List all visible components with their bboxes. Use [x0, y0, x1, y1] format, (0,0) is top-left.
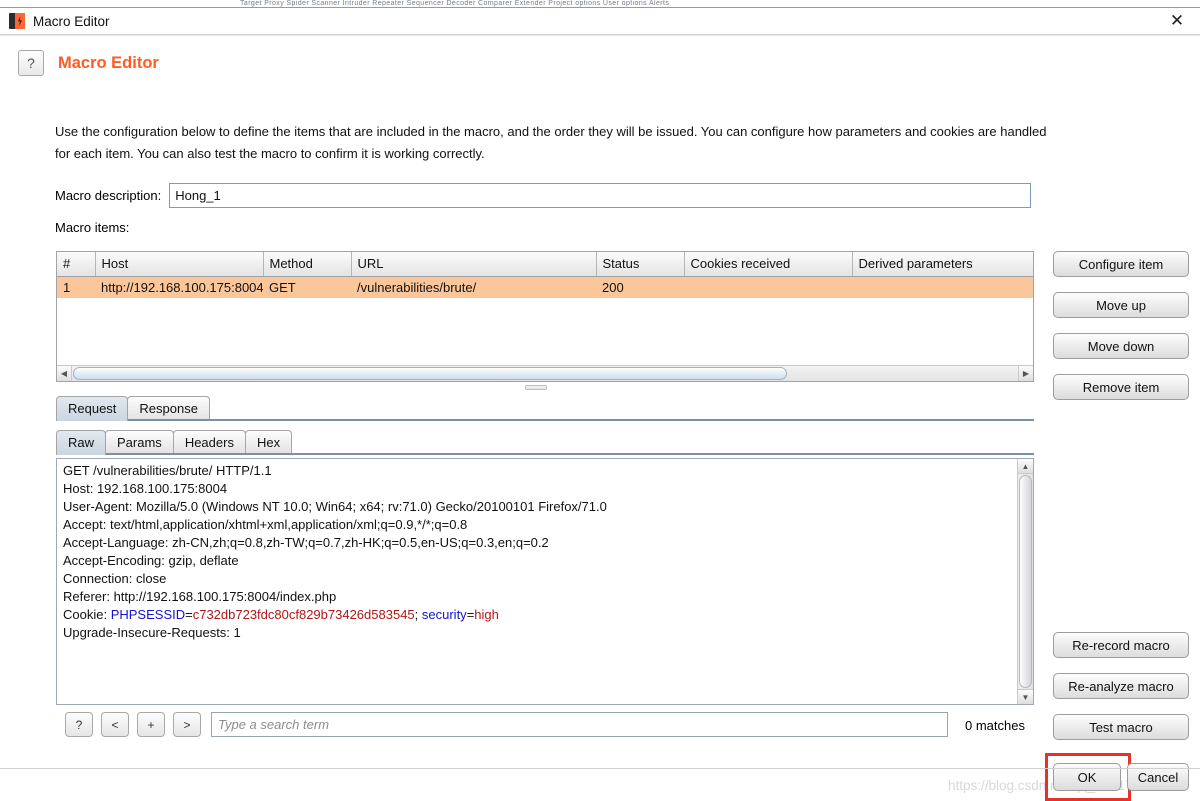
request-line-5: Accept-Encoding: gzip, deflate [63, 553, 239, 568]
scroll-up-icon[interactable]: ▲ [1018, 459, 1033, 474]
column-header-status[interactable]: Status [596, 252, 685, 277]
column-header-cookies-received[interactable]: Cookies received [684, 252, 853, 277]
configure-item-button[interactable]: Configure item [1053, 251, 1189, 277]
test-macro-button[interactable]: Test macro [1053, 714, 1189, 740]
table-horizontal-scrollbar[interactable]: ◀ ▶ [57, 365, 1033, 381]
scroll-left-icon[interactable]: ◀ [57, 366, 72, 381]
dialog-content: ? Macro Editor Use the configuration bel… [0, 35, 1200, 801]
move-up-button[interactable]: Move up [1053, 292, 1189, 318]
macro-editor-window: Macro Editor ✕ ? Macro Editor Use the co… [0, 7, 1200, 801]
cell-cookies-received [684, 276, 852, 298]
cookie-value-phpsessid: c732db723fdc80cf829b73426d583545 [192, 607, 415, 622]
request-line-4: Accept-Language: zh-CN,zh;q=0.8,zh-TW;q=… [63, 535, 549, 550]
close-icon[interactable]: ✕ [1154, 8, 1200, 35]
re-analyze-macro-button[interactable]: Re-analyze macro [1053, 673, 1189, 699]
move-down-button[interactable]: Move down [1053, 333, 1189, 359]
search-prev-button[interactable]: < [101, 712, 129, 737]
request-line-7: Referer: http://192.168.100.175:8004/ind… [63, 589, 337, 604]
cell-url: /vulnerabilities/brute/ [351, 276, 596, 298]
scroll-right-icon[interactable]: ▶ [1018, 366, 1033, 381]
re-record-macro-button[interactable]: Re-record macro [1053, 632, 1189, 658]
bottom-divider [0, 768, 1200, 769]
cell-derived-parameters [852, 276, 1033, 298]
request-line-6: Connection: close [63, 571, 167, 586]
cell-method: GET [263, 276, 351, 298]
tab-response[interactable]: Response [127, 396, 210, 421]
request-line-0: GET /vulnerabilities/brute/ HTTP/1.1 [63, 463, 272, 478]
cookie-key-phpsessid: PHPSESSID [110, 607, 186, 622]
intro-text: Use the configuration below to define th… [55, 124, 1047, 161]
request-line-3: Accept: text/html,application/xhtml+xml,… [63, 517, 468, 532]
cell-index: 1 [57, 276, 95, 298]
message-tabs: Request Response [56, 396, 1034, 421]
help-icon[interactable]: ? [18, 50, 44, 76]
search-add-button[interactable]: + [137, 712, 165, 737]
vertical-scroll-thumb[interactable] [1019, 475, 1032, 688]
tab-request[interactable]: Request [56, 396, 129, 421]
cookie-prefix: Cookie: [63, 607, 111, 622]
table-row[interactable]: 1 http://192.168.100.175:8004 GET /vulne… [57, 276, 1033, 298]
horizontal-scroll-thumb[interactable] [73, 367, 787, 380]
view-tabs: Raw Params Headers Hex [56, 430, 1034, 455]
column-header-method[interactable]: Method [263, 252, 352, 277]
splitter-grip[interactable] [525, 385, 547, 390]
cookie-equals-1: = [185, 607, 193, 622]
request-viewer[interactable]: GET /vulnerabilities/brute/ HTTP/1.1 Hos… [56, 458, 1034, 705]
search-next-button[interactable]: > [173, 712, 201, 737]
column-header-derived-parameters[interactable]: Derived parameters [852, 252, 1033, 277]
search-input[interactable] [211, 712, 948, 737]
request-line-1: Host: 192.168.100.175:8004 [63, 481, 228, 496]
match-count: 0 matches [965, 718, 1025, 733]
tab-params[interactable]: Params [105, 430, 174, 455]
column-header-index[interactable]: # [57, 252, 96, 277]
tab-raw[interactable]: Raw [56, 430, 107, 455]
search-toolbar: ? < + > [65, 712, 948, 737]
tab-hex[interactable]: Hex [244, 430, 293, 455]
cell-host: http://192.168.100.175:8004 [95, 276, 263, 298]
request-line-2: User-Agent: Mozilla/5.0 (Windows NT 10.0… [63, 499, 607, 514]
table-header-row: # Host Method URL Status Cookies receive… [57, 252, 1033, 277]
request-line-last: Upgrade-Insecure-Requests: 1 [63, 625, 241, 640]
window-titlebar: Macro Editor ✕ [0, 8, 1200, 35]
remove-item-button[interactable]: Remove item [1053, 374, 1189, 400]
window-title: Macro Editor [33, 13, 110, 29]
macro-description-label: Macro description: [55, 188, 162, 203]
macro-description-input[interactable] [169, 183, 1032, 208]
cookie-key-security: security [421, 607, 467, 622]
cookie-separator: ; [414, 607, 422, 622]
burp-icon [9, 13, 25, 29]
column-header-url[interactable]: URL [351, 252, 597, 277]
search-help-icon[interactable]: ? [65, 712, 93, 737]
request-vertical-scrollbar[interactable]: ▲ ▼ [1017, 459, 1033, 704]
macro-items-table: # Host Method URL Status Cookies receive… [56, 251, 1034, 382]
cookie-line: Cookie: PHPSESSID=c732db723fdc80cf829b73… [63, 607, 499, 622]
header-row: ? Macro Editor [18, 50, 159, 76]
scroll-down-icon[interactable]: ▼ [1018, 689, 1033, 704]
column-header-host[interactable]: Host [95, 252, 264, 277]
macro-description-row: Macro description: [55, 183, 1032, 208]
cookie-value-security: high [474, 607, 499, 622]
cell-status: 200 [596, 276, 684, 298]
page-title: Macro Editor [58, 53, 159, 72]
request-raw-text: GET /vulnerabilities/brute/ HTTP/1.1 Hos… [57, 459, 613, 645]
macro-items-label: Macro items: [55, 220, 130, 235]
tab-headers[interactable]: Headers [172, 430, 246, 455]
